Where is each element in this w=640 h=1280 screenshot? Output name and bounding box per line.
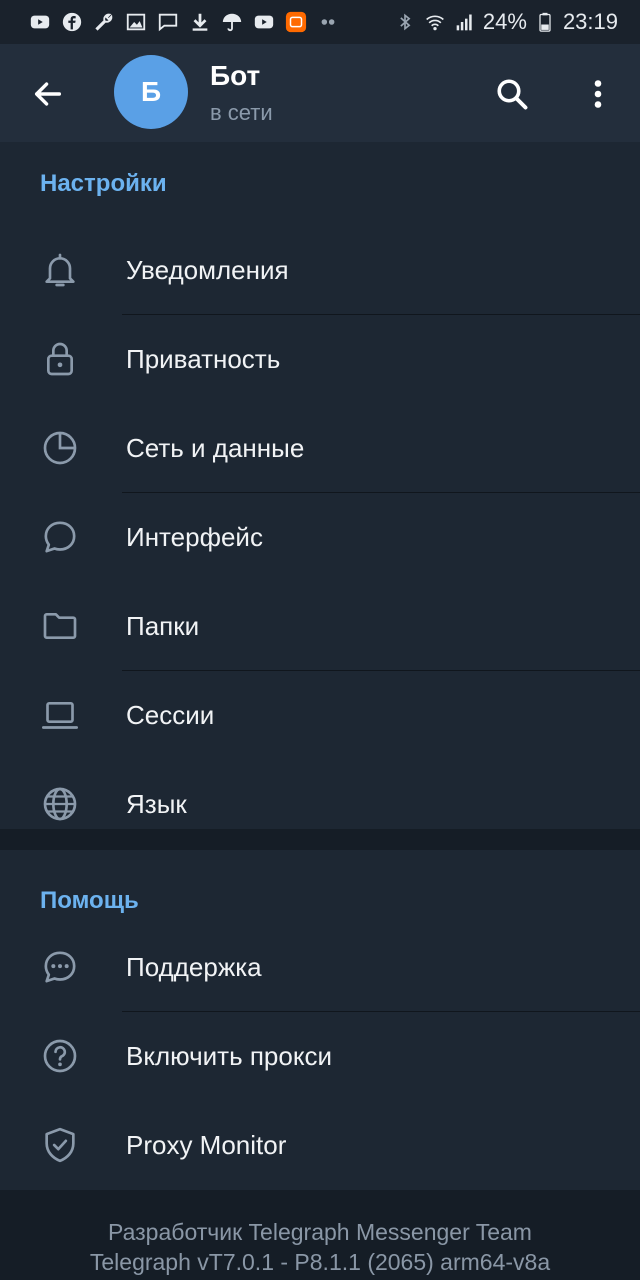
arrow-left-icon: [34, 82, 62, 106]
app-version-footer: Разработчик Telegraph Messenger Team Tel…: [0, 1190, 640, 1280]
settings-item-interface[interactable]: Интерфейс: [0, 493, 640, 582]
pie-chart-icon: [38, 426, 82, 470]
settings-item-privacy[interactable]: Приватность: [0, 315, 640, 404]
help-section: Помощь Поддержка Включить прокси Proxy M…: [0, 850, 640, 1190]
image-icon: [124, 10, 148, 34]
settings-item-label: Сеть и данные: [126, 433, 305, 463]
globe-icon: [38, 782, 82, 826]
facebook-icon: [60, 10, 84, 34]
back-button[interactable]: [24, 70, 72, 118]
mi-app-icon: [284, 10, 308, 34]
chat-icon: [156, 10, 180, 34]
developer-text: Разработчик Telegraph Messenger Team: [108, 1219, 532, 1245]
download-icon: [188, 10, 212, 34]
help-item-proxy-monitor[interactable]: Proxy Monitor: [0, 1101, 640, 1190]
dots-icon: [316, 10, 340, 34]
signal-icon: [453, 10, 477, 34]
avatar[interactable]: Б: [114, 55, 188, 129]
section-title-help: Помощь: [40, 887, 139, 914]
settings-item-notifications[interactable]: Уведомления: [0, 226, 640, 315]
battery-percent: 24%: [482, 9, 527, 34]
youtube-icon: [252, 10, 276, 34]
more-options-button[interactable]: [574, 70, 622, 118]
help-item-label: Proxy Monitor: [126, 1130, 287, 1160]
settings-item-folders[interactable]: Папки: [0, 582, 640, 671]
settings-item-data[interactable]: Сеть и данные: [0, 404, 640, 493]
section-divider: [0, 829, 640, 850]
wifi-icon: [423, 10, 447, 34]
clock: 23:19: [562, 9, 618, 34]
version-text: Telegraph vT7.0.1 - P8.1.1 (2065) arm64-…: [89, 1249, 551, 1275]
help-item-enable-proxy[interactable]: Включить прокси: [0, 1012, 640, 1101]
more-vertical-icon: [594, 80, 602, 108]
folder-icon: [38, 604, 82, 648]
bell-icon: [38, 248, 82, 292]
chat-header: Б Бот в сети: [0, 44, 640, 142]
chat-dots-icon: [38, 945, 82, 989]
question-circle-icon: [38, 1034, 82, 1078]
settings-item-label: Язык: [126, 789, 187, 819]
shield-check-icon: [38, 1123, 82, 1167]
settings-item-label: Интерфейс: [126, 522, 263, 552]
settings-item-sessions[interactable]: Сессии: [0, 671, 640, 760]
settings-section: Настройки Уведомления Приватность Сеть и…: [0, 142, 640, 829]
youtube-icon: [28, 10, 52, 34]
section-title-settings: Настройки: [40, 170, 167, 197]
search-icon: [497, 79, 528, 110]
online-status: в сети: [210, 100, 273, 125]
help-item-label: Включить прокси: [126, 1041, 333, 1071]
battery-icon: [533, 10, 557, 34]
settings-item-label: Папки: [126, 611, 200, 641]
settings-item-label: Сессии: [126, 700, 215, 730]
chat-title: Бот: [210, 60, 261, 91]
search-button[interactable]: [488, 70, 536, 118]
laptop-icon: [38, 693, 82, 737]
help-item-support[interactable]: Поддержка: [0, 923, 640, 1012]
speech-bubble-icon: [38, 515, 82, 559]
umbrella-icon: [220, 10, 244, 34]
status-bar: 24% 23:19: [0, 0, 640, 44]
bluetooth-icon: [393, 10, 417, 34]
system-status: 24% 23:19: [393, 9, 618, 35]
lock-icon: [38, 337, 82, 381]
help-item-label: Поддержка: [126, 952, 262, 982]
notification-icons: [28, 10, 340, 34]
wrench-icon: [92, 10, 116, 34]
settings-item-label: Приватность: [126, 344, 281, 374]
settings-item-label: Уведомления: [126, 255, 289, 285]
